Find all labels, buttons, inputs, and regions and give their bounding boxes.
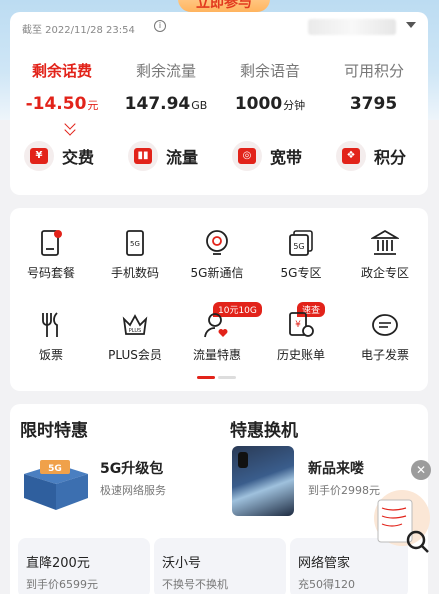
gift-box-icon[interactable]: 5G bbox=[20, 450, 92, 512]
upgrade-pack-title[interactable]: 5G升级包 bbox=[100, 458, 163, 478]
service-item-meal[interactable]: 饭票 bbox=[10, 310, 92, 363]
carousel-dot-active bbox=[197, 376, 215, 379]
quick-action-label: 交费 bbox=[62, 148, 95, 167]
metric-value: 1000分钟 bbox=[234, 94, 306, 114]
svg-text:5G: 5G bbox=[130, 240, 140, 248]
crown-icon: PLUS bbox=[120, 310, 150, 340]
quick-action-label: 宽带 bbox=[270, 148, 303, 167]
service-item-bill-history[interactable]: 速查 ¥ 历史账单 bbox=[260, 302, 342, 363]
service-label: 流量特惠 bbox=[192, 348, 241, 362]
masked-phone-number bbox=[308, 19, 396, 35]
carousel-indicator bbox=[197, 376, 236, 379]
metric-balance[interactable]: 剩余话费 -14.50元 bbox=[10, 60, 114, 114]
metric-label: 剩余流量 bbox=[135, 62, 196, 80]
info-icon[interactable]: i bbox=[154, 20, 166, 32]
svg-text:¥: ¥ bbox=[295, 320, 301, 330]
quick-action-label: 积分 bbox=[374, 148, 407, 167]
carousel-dot bbox=[218, 376, 236, 379]
limited-offer-title: 限时特惠 bbox=[20, 421, 88, 441]
5g-zone-icon: 5G bbox=[286, 228, 316, 258]
join-button[interactable]: 立即参与 bbox=[178, 0, 270, 12]
service-item-plus[interactable]: PLUS PLUS会员 bbox=[94, 310, 176, 363]
service-label: 手机数码 bbox=[110, 266, 159, 280]
mini-card-title: 直降200元 bbox=[26, 556, 90, 571]
service-item-5g-zone[interactable]: 5G 5G专区 bbox=[260, 228, 342, 281]
invoice-icon bbox=[370, 310, 400, 340]
metric-label: 剩余语音 bbox=[239, 62, 300, 80]
quick-action-data[interactable]: ▮▮ 流量 bbox=[128, 138, 198, 174]
phone-exchange-title: 特惠换机 bbox=[230, 421, 298, 441]
service-label: 电子发票 bbox=[360, 348, 409, 362]
service-label: 饭票 bbox=[38, 348, 63, 362]
svg-text:PLUS: PLUS bbox=[129, 328, 141, 334]
balance-card: 截至 2022/11/28 23:54 i 剩余话费 -14.50元 剩余流量 … bbox=[10, 12, 428, 195]
fork-knife-icon bbox=[36, 310, 66, 340]
payment-icon: ¥ bbox=[24, 141, 54, 171]
metric-value: -14.50元 bbox=[25, 94, 99, 114]
upgrade-pack-subtitle: 极速网络服务 bbox=[100, 484, 166, 497]
service-label: 号码套餐 bbox=[26, 266, 75, 280]
metric-label: 剩余话费 bbox=[31, 62, 92, 80]
mini-card-subtitle: 到手价6599元 bbox=[26, 578, 98, 591]
quick-action-label: 流量 bbox=[166, 148, 199, 167]
metric-points[interactable]: 可用积分 3795 bbox=[322, 60, 426, 114]
services-grid: 号码套餐 5G 手机数码 5G新通信 5G 5G专区 政企专区 饭票 PLUS bbox=[10, 208, 428, 391]
mini-card-secondary-number[interactable]: 沃小号 不换号不换机 bbox=[154, 538, 286, 594]
user-heart-icon bbox=[202, 310, 232, 340]
data-usage-icon: ▮▮ bbox=[128, 141, 158, 171]
broadband-icon: ◎ bbox=[232, 141, 262, 171]
service-label: 5G新通信 bbox=[190, 266, 244, 280]
service-item-data-deal[interactable]: 10元10G 流量特惠 bbox=[176, 302, 262, 363]
quick-action-points[interactable]: ❖ 积分 bbox=[336, 138, 406, 174]
service-item-phone[interactable]: 5G 手机数码 bbox=[94, 228, 176, 281]
quick-action-pay[interactable]: ¥ 交费 bbox=[24, 138, 94, 174]
close-icon[interactable]: ✕ bbox=[411, 460, 431, 480]
mini-card-title: 网络管家 bbox=[298, 556, 351, 571]
new-phone-title[interactable]: 新品来喽 bbox=[308, 458, 364, 478]
metric-value: 147.94GB bbox=[124, 94, 208, 114]
service-label: 政企专区 bbox=[360, 266, 409, 280]
government-building-icon bbox=[370, 228, 400, 258]
floating-assistant-icon[interactable] bbox=[358, 488, 432, 556]
service-label: PLUS会员 bbox=[108, 348, 162, 362]
sim-plan-icon bbox=[36, 228, 66, 258]
svg-text:5G: 5G bbox=[48, 464, 62, 474]
service-item-plan[interactable]: 号码套餐 bbox=[10, 228, 92, 281]
service-item-enterprise[interactable]: 政企专区 bbox=[344, 228, 426, 281]
bulb-icon bbox=[202, 228, 232, 258]
service-item-invoice[interactable]: 电子发票 bbox=[344, 310, 426, 363]
metric-data[interactable]: 剩余流量 147.94GB bbox=[114, 60, 218, 114]
metric-value: 3795 bbox=[349, 94, 398, 114]
quick-action-broadband[interactable]: ◎ 宽带 bbox=[232, 138, 302, 174]
phone-product-image[interactable] bbox=[232, 446, 294, 516]
mini-card-discount[interactable]: 直降200元 到手价6599元 bbox=[18, 538, 150, 594]
phone-digital-icon: 5G bbox=[120, 228, 150, 258]
mini-card-subtitle: 不换号不换机 bbox=[162, 578, 228, 591]
mini-card-subtitle: 充50得120 bbox=[298, 578, 355, 591]
metric-label: 可用积分 bbox=[343, 62, 404, 80]
metric-voice[interactable]: 剩余语音 1000分钟 bbox=[218, 60, 322, 114]
account-dropdown-icon[interactable] bbox=[406, 22, 416, 28]
points-icon: ❖ bbox=[336, 141, 366, 171]
bill-icon: ¥ bbox=[286, 310, 316, 340]
svg-text:5G: 5G bbox=[293, 242, 304, 251]
service-label: 5G专区 bbox=[280, 266, 322, 280]
mini-card-title: 沃小号 bbox=[162, 556, 202, 571]
service-item-5g-new[interactable]: 5G新通信 bbox=[176, 228, 258, 281]
as-of-timestamp: 截至 2022/11/28 23:54 bbox=[22, 25, 135, 36]
service-label: 历史账单 bbox=[276, 348, 325, 362]
